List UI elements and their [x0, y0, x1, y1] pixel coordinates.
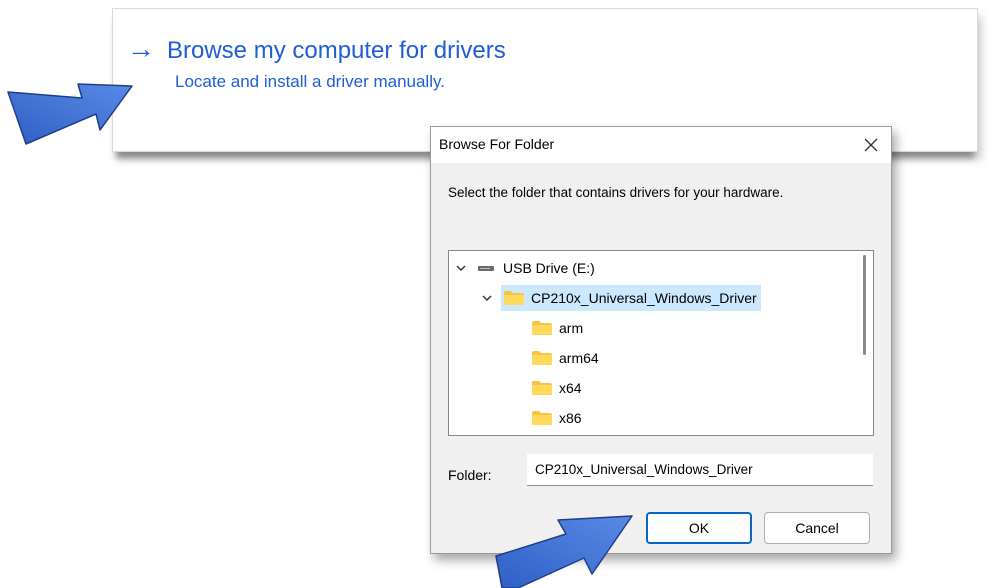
folder-icon [532, 351, 552, 365]
browse-for-folder-dialog: Browse For Folder Select the folder that… [430, 126, 892, 554]
tree-item-usb-drive-content: USB Drive (E:) [475, 255, 599, 281]
tree-item-label: x64 [559, 380, 582, 396]
folder-icon [532, 381, 552, 395]
option-subtitle: Locate and install a driver manually. [175, 72, 445, 91]
tree-item-cp210x[interactable]: CP210x_Universal_Windows_Driver [479, 285, 761, 311]
dialog-instruction: Select the folder that contains drivers … [448, 185, 784, 200]
tree-item-label: USB Drive (E:) [503, 260, 595, 276]
browse-my-computer-link[interactable]: → Browse my computer for drivers [127, 33, 506, 65]
dialog-titlebar: Browse For Folder [431, 127, 891, 163]
right-arrow-icon: → [127, 33, 155, 64]
folder-label: Folder: [448, 467, 492, 483]
tree-item-usb-drive[interactable]: USB Drive (E:) [453, 255, 599, 281]
tree-item-x86[interactable]: x86 [531, 405, 582, 431]
folder-icon [504, 291, 524, 305]
close-icon [864, 138, 878, 152]
folder-path-input[interactable] [527, 454, 873, 486]
tree-scrollbar[interactable] [856, 251, 873, 435]
scrollbar-thumb[interactable] [863, 255, 866, 355]
chevron-down-icon[interactable] [453, 260, 469, 276]
drive-icon [478, 266, 494, 271]
tree-item-label: CP210x_Universal_Windows_Driver [531, 290, 757, 306]
folder-icon [532, 321, 552, 335]
tree-item-cp210x-content: CP210x_Universal_Windows_Driver [501, 285, 761, 311]
close-button[interactable] [851, 127, 891, 163]
tree-item-label: arm64 [559, 350, 599, 366]
option-title[interactable]: Browse my computer for drivers [167, 37, 506, 65]
tree-item-arm64[interactable]: arm64 [531, 345, 599, 371]
tree-item-label: x86 [559, 410, 582, 426]
chevron-down-icon[interactable] [479, 290, 495, 306]
folder-icon [532, 411, 552, 425]
tree-item-arm[interactable]: arm [531, 315, 583, 341]
tree-item-label: arm [559, 320, 584, 336]
tree-item-x64[interactable]: x64 [531, 375, 582, 401]
ok-button[interactable]: OK [646, 512, 752, 544]
folder-tree[interactable]: USB Drive (E:) CP210x_Universal_Windows_… [448, 250, 874, 436]
dialog-title: Browse For Folder [439, 136, 555, 152]
cancel-button[interactable]: Cancel [764, 512, 870, 544]
